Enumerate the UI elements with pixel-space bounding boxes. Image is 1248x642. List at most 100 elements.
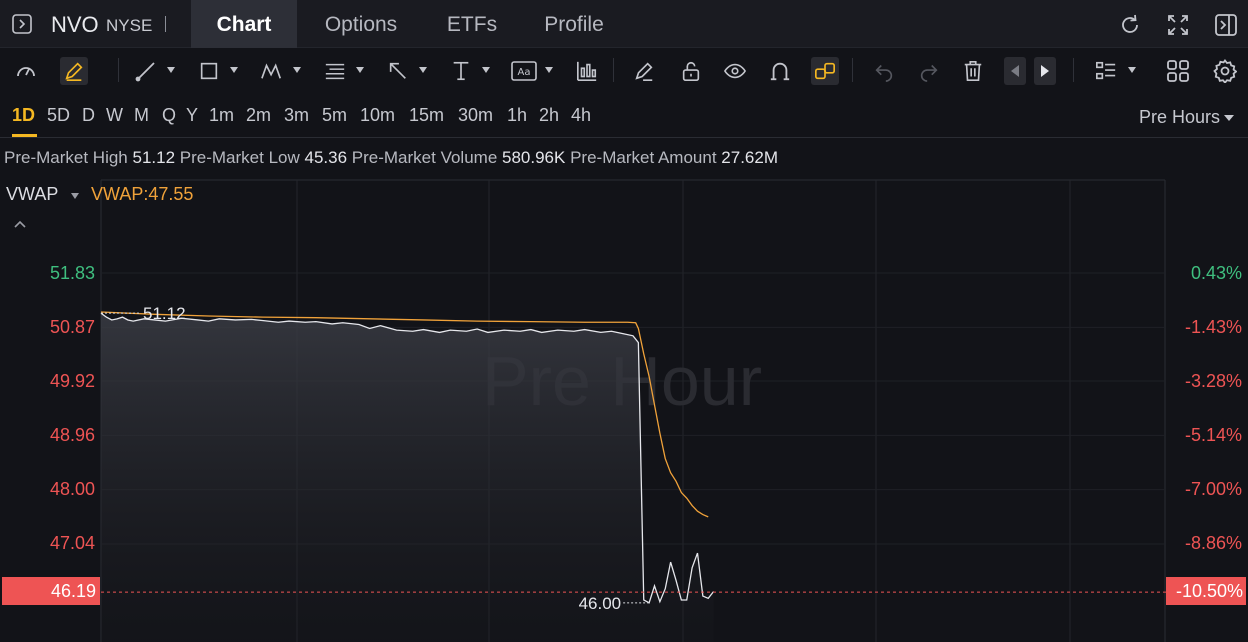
- toolbar-divider: [613, 58, 614, 82]
- tab-profile[interactable]: Profile: [530, 0, 618, 48]
- text-tool-caret[interactable]: [482, 67, 490, 73]
- textbox-icon[interactable]: Aa: [510, 57, 538, 85]
- interval-5d[interactable]: 5D: [47, 105, 70, 126]
- y-tick-right: 0.43%: [1190, 263, 1242, 283]
- low-label: Pre-Market Low: [179, 148, 300, 167]
- interval-2h[interactable]: 2h: [539, 105, 559, 126]
- interval-y[interactable]: Y: [186, 105, 198, 126]
- interval-3m[interactable]: 3m: [284, 105, 309, 126]
- y-tick-right: -8.86%: [1184, 533, 1242, 553]
- low-value: 45.36: [304, 148, 348, 167]
- trash-icon[interactable]: [959, 57, 987, 85]
- next-icon[interactable]: [1034, 57, 1056, 85]
- y-tick-left: 47.04: [49, 533, 95, 553]
- tab-options[interactable]: Options: [307, 0, 415, 48]
- current-price-tag: 46.19: [2, 577, 100, 605]
- interval-1h[interactable]: 1h: [507, 105, 527, 126]
- arrow-caret[interactable]: [419, 67, 427, 73]
- active-interval-indicator: [12, 134, 37, 137]
- interval-2m[interactable]: 2m: [246, 105, 271, 126]
- indicator-caret[interactable]: [71, 193, 79, 199]
- interval-w[interactable]: W: [106, 105, 123, 126]
- header-divider: [165, 16, 166, 32]
- ticker-symbol: NVO: [51, 12, 99, 37]
- redo-icon[interactable]: [915, 57, 943, 85]
- trend-line-caret[interactable]: [167, 67, 175, 73]
- high-value: 51.12: [132, 148, 176, 167]
- fib-icon[interactable]: [321, 57, 349, 85]
- interval-q[interactable]: Q: [162, 105, 176, 126]
- chevron-up-icon[interactable]: [12, 218, 28, 230]
- interval-15m[interactable]: 15m: [409, 105, 444, 126]
- pen-icon[interactable]: [60, 57, 88, 85]
- indicator-dropdown[interactable]: VWAP: [6, 184, 58, 205]
- prev-icon[interactable]: [1004, 57, 1026, 85]
- eye-icon[interactable]: [721, 57, 749, 85]
- toolbar-divider: [852, 58, 853, 82]
- speedometer-icon[interactable]: [12, 57, 40, 85]
- exchange-label: NYSE: [106, 16, 153, 35]
- candle-icon[interactable]: [573, 57, 601, 85]
- y-tick-right: -5.14%: [1184, 425, 1242, 445]
- refresh-icon[interactable]: [1118, 13, 1142, 37]
- interval-30m[interactable]: 30m: [458, 105, 493, 126]
- pattern-icon[interactable]: [258, 57, 286, 85]
- drawing-toolbar: Aa: [0, 48, 1248, 94]
- undo-icon[interactable]: [870, 57, 898, 85]
- vwap-value: VWAP:47.55: [91, 184, 194, 204]
- toolbar-divider: [1073, 58, 1074, 82]
- interval-1d[interactable]: 1D: [12, 105, 35, 126]
- interval-bar: 1D 5D D W M Q Y 1m 2m 3m 5m 10m 15m 30m …: [0, 94, 1248, 138]
- collapse-left-icon[interactable]: [12, 14, 32, 34]
- y-tick-left: 51.83: [49, 263, 95, 283]
- collapse-right-icon[interactable]: [1214, 13, 1238, 37]
- magnet-icon[interactable]: [766, 57, 794, 85]
- trend-line-icon[interactable]: [132, 57, 160, 85]
- amount-label: Pre-Market Amount: [570, 148, 717, 167]
- rectangle-icon[interactable]: [195, 57, 223, 85]
- session-dropdown-caret[interactable]: [1224, 115, 1234, 121]
- volume-label: Pre-Market Volume: [351, 148, 498, 167]
- interval-4h[interactable]: 4h: [571, 105, 591, 126]
- list-icon[interactable]: [1092, 57, 1120, 85]
- y-tick-right: -3.28%: [1184, 371, 1242, 391]
- current-change-tag: -10.50%: [1166, 577, 1246, 605]
- link-icon[interactable]: [811, 57, 839, 85]
- premarket-stats: Pre-Market High 51.12 Pre-Market Low 45.…: [4, 148, 778, 168]
- textbox-caret[interactable]: [545, 67, 553, 73]
- y-tick-left: 48.00: [49, 479, 95, 499]
- eraser-icon[interactable]: [630, 57, 658, 85]
- tab-chart[interactable]: Chart: [191, 0, 297, 48]
- y-tick-right: -7.00%: [1184, 479, 1242, 499]
- arrow-icon[interactable]: [384, 57, 412, 85]
- session-dropdown[interactable]: Pre Hours: [1139, 107, 1220, 128]
- fullscreen-icon[interactable]: [1166, 13, 1190, 37]
- high-marker-label: 51.12: [143, 304, 186, 323]
- interval-10m[interactable]: 10m: [360, 105, 395, 126]
- pattern-caret[interactable]: [293, 67, 301, 73]
- tab-etfs[interactable]: ETFs: [436, 0, 508, 48]
- gear-icon[interactable]: [1211, 57, 1239, 85]
- text-tool-icon[interactable]: [447, 57, 475, 85]
- y-tick-right: -1.43%: [1184, 317, 1242, 337]
- high-label: Pre-Market High: [4, 148, 128, 167]
- interval-1m[interactable]: 1m: [209, 105, 234, 126]
- price-area: [101, 313, 714, 642]
- price-chart[interactable]: Pre Hour51.1246.00: [0, 178, 1248, 642]
- unlock-icon[interactable]: [677, 57, 705, 85]
- interval-m[interactable]: M: [134, 105, 149, 126]
- interval-d[interactable]: D: [82, 105, 95, 126]
- rectangle-caret[interactable]: [230, 67, 238, 73]
- y-tick-left: 49.92: [49, 371, 95, 391]
- grid-icon[interactable]: [1164, 57, 1192, 85]
- fib-caret[interactable]: [356, 67, 364, 73]
- y-tick-left: 48.96: [49, 425, 95, 445]
- volume-value: 580.96K: [502, 148, 566, 167]
- amount-value: 27.62M: [721, 148, 778, 167]
- svg-text:Aa: Aa: [518, 67, 531, 78]
- list-caret[interactable]: [1128, 67, 1136, 73]
- toolbar-divider: [118, 58, 119, 82]
- header-bar: NVO NYSE Chart Options ETFs Profile: [0, 0, 1248, 48]
- low-marker-label: 46.00: [579, 594, 622, 613]
- interval-5m[interactable]: 5m: [322, 105, 347, 126]
